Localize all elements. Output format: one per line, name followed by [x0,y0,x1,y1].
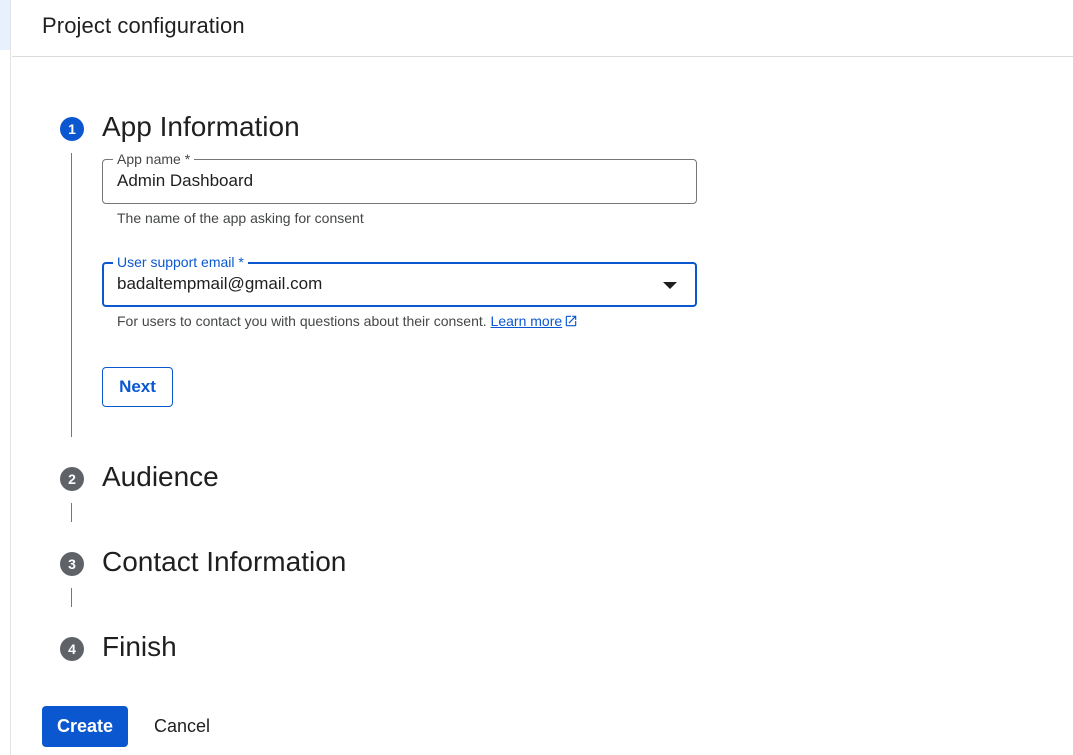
learn-more-text[interactable]: Learn more [491,313,563,329]
cancel-button[interactable]: Cancel [140,706,224,747]
step-2-indicator: 2 [60,467,84,491]
app-name-field[interactable]: App name * Admin Dashboard [102,150,697,204]
page-header: Project configuration [12,0,1073,57]
app-name-label: App name * [113,150,195,168]
open-in-new-icon[interactable] [564,314,578,328]
left-nav-highlight [0,0,10,50]
step-3-indicator: 3 [60,552,84,576]
create-button[interactable]: Create [42,706,128,747]
support-email-label: User support email * [113,253,248,271]
support-email-hint: For users to contact you with questions … [117,313,578,329]
page-title: Project configuration [42,13,245,38]
app-name-input[interactable]: Admin Dashboard [117,171,253,191]
step-1-connector [71,153,72,437]
learn-more-link[interactable]: Learn more [491,313,563,329]
support-email-select[interactable]: User support email * badaltempmail@gmail… [102,253,697,307]
support-email-value[interactable]: badaltempmail@gmail.com [117,274,322,294]
step-2-connector [71,503,72,522]
support-email-hint-text: For users to contact you with questions … [117,313,487,329]
step-3-title[interactable]: Contact Information [102,546,346,578]
step-4-title[interactable]: Finish [102,631,177,663]
next-button[interactable]: Next [102,367,173,407]
app-name-hint: The name of the app asking for consent [117,210,364,226]
step-3-connector [71,588,72,607]
step-4-indicator: 4 [60,637,84,661]
arrow-drop-down-icon[interactable] [663,282,677,289]
step-1-title[interactable]: App Information [102,111,300,143]
left-nav-strip [0,0,11,755]
step-1-indicator: 1 [60,117,84,141]
step-2-title[interactable]: Audience [102,461,219,493]
